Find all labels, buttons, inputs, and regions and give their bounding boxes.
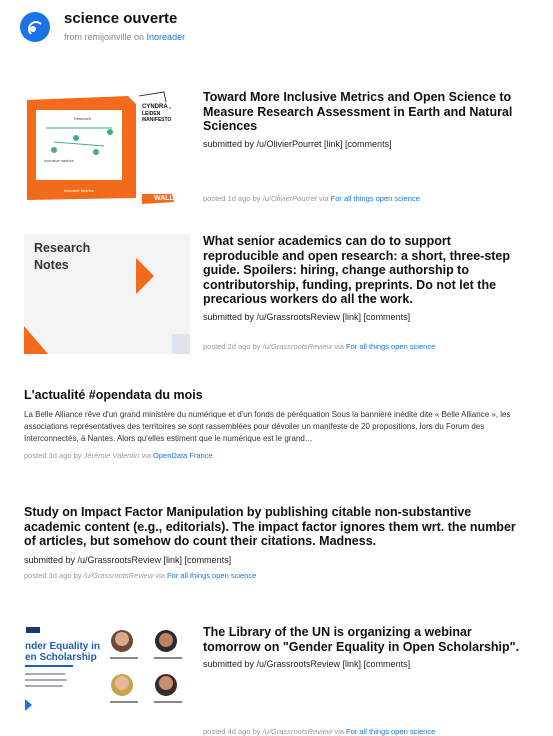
meta-source-link[interactable]: For all things open science [167,571,256,580]
item-title[interactable]: Toward More Inclusive Metrics and Open S… [203,90,529,134]
svg-text:Inclusive metrics: Inclusive metrics [44,158,74,163]
item-meta: posted 3d ago by Jérémie Valentin via Op… [24,451,529,460]
meta-via: via [334,342,344,351]
meta-prefix: posted 2d ago by [203,342,261,351]
item-title[interactable]: The Library of the UN is organizing a we… [203,625,529,654]
meta-prefix: posted 3d ago by [24,570,82,580]
meta-prefix: posted 1d ago by [203,194,261,203]
meta-via: via [318,194,329,203]
meta-source-link[interactable]: OpenData France [153,451,213,460]
feed-title[interactable]: science ouverte [64,10,185,28]
item-submitted[interactable]: submitted by /u/GrassrootsReview [link] … [203,312,529,322]
inoreader-logo-icon [20,12,50,42]
feed-header: science ouverte from remijoinville on In… [20,10,185,42]
meta-source-link[interactable]: For all things open science [346,342,435,351]
item-thumbnail[interactable]: Inclusive metrics Research CYNDRA , LEID… [24,90,190,208]
svg-text:Research: Research [74,116,91,121]
item-submitted[interactable]: submitted by /u/GrassrootsReview [link] … [203,659,529,669]
item-snippet: La Belle Alliance rêve d'un grand minist… [24,409,511,443]
item-title[interactable]: What senior academics can do to support … [203,234,529,307]
meta-via: via [155,570,165,580]
feed-item[interactable]: nder Equality in en Scholarship The Libr… [24,625,529,736]
svg-text:WALL: WALL [154,195,175,202]
research-notes-graphic [24,258,190,354]
thumb-word-1: CYNDRA , [142,104,171,110]
item-title[interactable]: L'actualité #opendata du mois [24,388,529,403]
svg-text:Inclusive Metrics: Inclusive Metrics [64,188,94,193]
meta-author: /u/OlivierPourret [262,194,317,203]
svg-text:nder Equality in: nder Equality in [25,641,100,652]
meta-via: via [141,450,151,460]
meta-author: Jérémie Valentin [83,450,140,460]
item-meta: posted 2d ago by /u/GrassrootsReview via… [203,342,435,351]
meta-source-link[interactable]: For all things open science [331,194,420,203]
item-title[interactable]: Study on Impact Factor Manipulation by p… [24,505,529,549]
feed-item[interactable]: L'actualité #opendata du mois La Belle A… [24,388,529,460]
from-prefix: from remijoinville on [64,32,145,42]
item-submitted[interactable]: submitted by /u/OlivierPourret [link] [c… [203,139,529,149]
item-meta: posted 1d ago by /u/OlivierPourret via F… [203,194,420,203]
feed-source-line: from remijoinville on Inoreader [64,32,185,42]
item-meta: posted 3d ago by /u/GrassrootsReview via… [24,571,529,580]
meta-prefix: posted 3d ago by [24,450,82,460]
metrics-drawing-image: Inclusive metrics Research CYNDRA , LEID… [24,90,190,208]
meta-author: /u/GrassrootsReview [83,570,154,580]
feed-item[interactable]: Research Notes What senior academics can… [24,234,529,354]
meta-author: /u/GrassrootsReview [262,342,333,351]
svg-text:MANIFESTO: MANIFESTO [142,117,171,123]
feed-item[interactable]: Inclusive metrics Research CYNDRA , LEID… [24,90,529,208]
item-submitted[interactable]: submitted by /u/GrassrootsReview [link] … [24,555,529,565]
inoreader-link[interactable]: Inoreader [147,32,186,42]
feed-item[interactable]: Study on Impact Factor Manipulation by p… [24,505,529,580]
item-thumbnail[interactable]: nder Equality in en Scholarship [24,625,190,711]
webinar-banner-image: nder Equality in en Scholarship [24,625,190,711]
item-thumbnail[interactable]: Research Notes [24,234,190,354]
svg-text:en Scholarship: en Scholarship [25,652,97,663]
